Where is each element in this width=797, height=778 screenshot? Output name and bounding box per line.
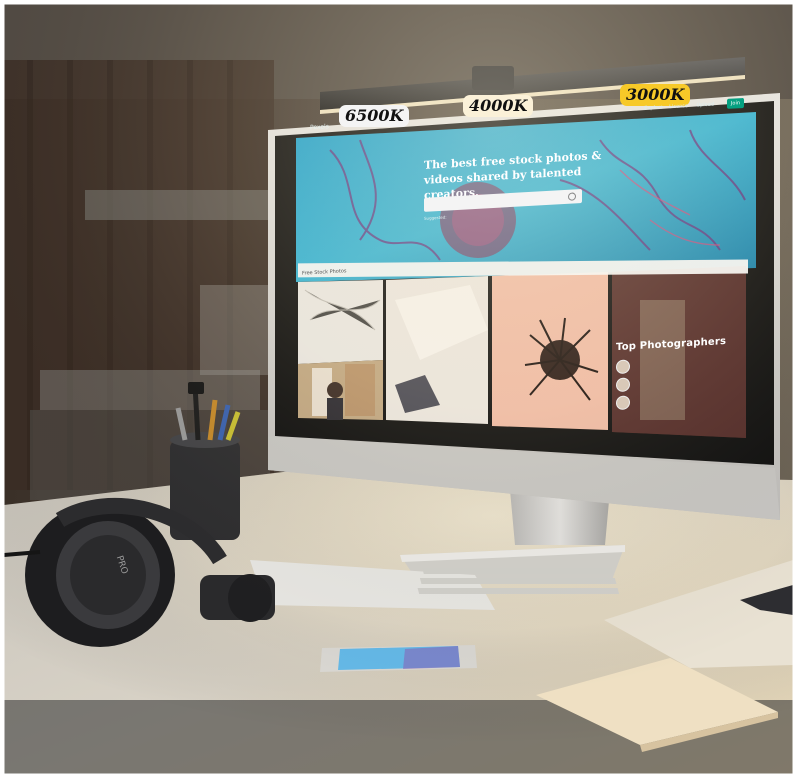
nav-explore: Explore (644, 104, 663, 112)
section-label: Free Stock Photos (302, 268, 347, 277)
monitor-website: Pexels Explore License Upload Join The b… (296, 94, 758, 450)
top-photographers-title: Top Photographers (616, 335, 727, 354)
avatar (616, 377, 630, 393)
light-bar-logo (481, 70, 509, 80)
site-brand: Pexels (310, 123, 329, 132)
search-icon (568, 192, 576, 201)
nav-upload: Upload (696, 101, 714, 109)
avatar (616, 359, 630, 375)
join-button: Join (726, 97, 744, 109)
nav-license: License (669, 103, 688, 111)
suggested-text: Suggested: (424, 214, 447, 221)
avatar (616, 395, 630, 411)
desk-scene-photo: 6500K 4000K 3000K Pexels Explore License… (0, 0, 797, 778)
